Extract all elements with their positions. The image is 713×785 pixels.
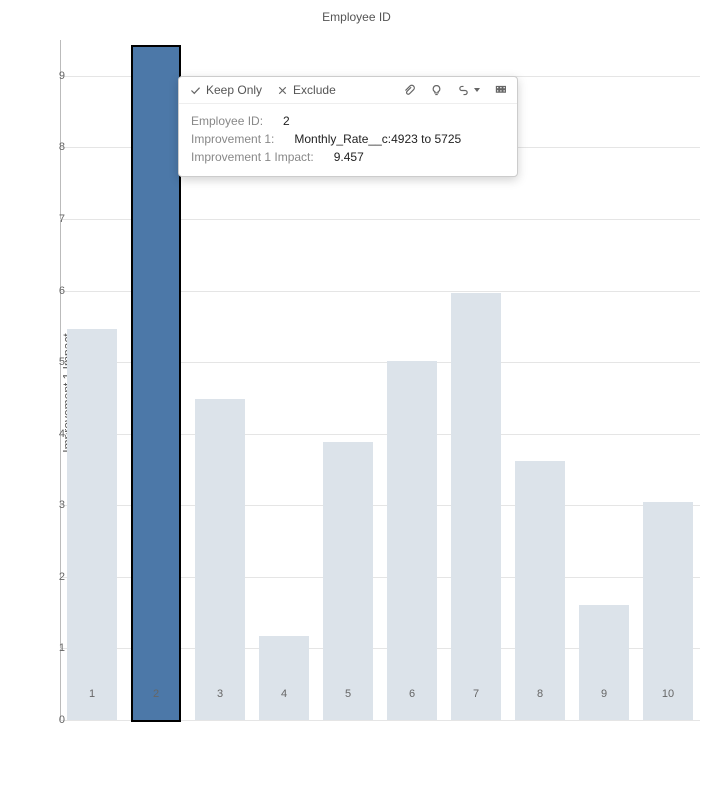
tooltip-toolbar: Keep Only Exclude [179,77,517,104]
chevron-down-icon [474,88,480,92]
y-tick-label: 4 [5,428,65,440]
lightbulb-icon[interactable] [430,84,443,97]
y-tick-label: 1 [5,642,65,654]
tooltip: Keep Only Exclude Employee ID:2Improveme… [178,76,518,177]
x-tick-label: 1 [62,688,122,700]
bar[interactable] [579,605,629,720]
tooltip-row: Improvement 1 Impact: 9.457 [191,148,505,166]
check-icon [189,84,202,97]
x-tick-label: 4 [254,688,314,700]
bar[interactable] [195,399,245,720]
x-tick-label: 7 [446,688,506,700]
tooltip-key: Improvement 1: [191,130,274,148]
x-icon [276,84,289,97]
y-tick-label: 8 [5,141,65,153]
x-tick-label: 8 [510,688,570,700]
chart-title: Employee ID [0,0,713,32]
tooltip-row: Improvement 1: Monthly_Rate__c:4923 to 57… [191,130,505,148]
x-tick-label: 5 [318,688,378,700]
tooltip-value: Monthly_Rate__c:4923 to 5725 [294,130,461,148]
exclude-label: Exclude [293,83,336,97]
bar[interactable] [259,636,309,720]
bar[interactable] [67,329,117,720]
exclude-button[interactable]: Exclude [276,83,336,97]
x-tick-label: 2 [126,688,186,700]
bar[interactable] [323,442,373,720]
link-dropdown-icon[interactable] [457,84,480,97]
view-data-icon[interactable] [494,84,507,97]
bar-selected[interactable] [131,45,181,722]
tooltip-key: Employee ID: [191,112,263,130]
y-tick-label: 0 [5,714,65,726]
attachment-icon[interactable] [403,84,416,97]
y-tick-label: 2 [5,571,65,583]
y-tick-label: 5 [5,356,65,368]
x-tick-label: 9 [574,688,634,700]
x-tick-label: 10 [638,688,698,700]
y-tick-label: 9 [5,70,65,82]
y-tick-label: 7 [5,213,65,225]
bar[interactable] [515,461,565,720]
tooltip-value: 9.457 [334,148,364,166]
bar[interactable] [387,361,437,720]
x-tick-label: 3 [190,688,250,700]
y-tick-label: 6 [5,285,65,297]
tooltip-key: Improvement 1 Impact: [191,148,314,166]
y-tick-label: 3 [5,499,65,511]
keep-only-label: Keep Only [206,83,262,97]
x-tick-label: 6 [382,688,442,700]
bar[interactable] [451,293,501,720]
tooltip-body: Employee ID: 2 Improvement 1: Monthly_Rate_… [179,104,517,176]
tooltip-value: 2 [283,112,290,130]
keep-only-button[interactable]: Keep Only [189,83,262,97]
tooltip-row: Employee ID: 2 [191,112,505,130]
